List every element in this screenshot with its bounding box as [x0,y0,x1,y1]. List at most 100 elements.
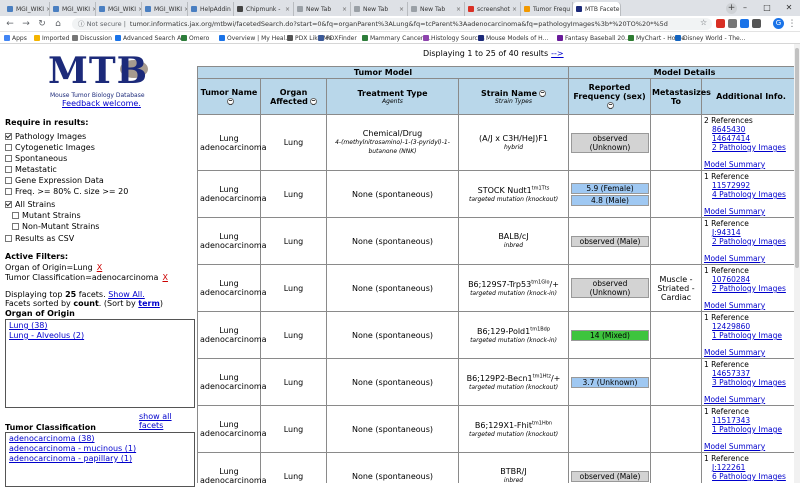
option-mutant-strains[interactable]: Mutant Strains [12,211,81,220]
tab-close-icon[interactable]: × [340,6,347,13]
bookmark-item[interactable]: Overview | My Heal... [219,33,291,43]
back-icon[interactable]: ← [4,18,16,30]
bookmark-item[interactable]: Advanced Search A... [115,33,187,43]
bookmark-item[interactable]: Histology Sources [423,33,485,43]
model-summary-link[interactable]: Model Summary [704,207,798,216]
next-page-link[interactable]: --> [551,49,563,58]
browser-tab[interactable]: MGI_WIKI× [142,2,188,16]
sort-icon[interactable] [607,102,614,109]
reference-link[interactable]: 8645430 [704,125,798,134]
browser-tab[interactable]: New Tab× [351,2,408,16]
browser-tab[interactable]: MGI_WIKI× [96,2,142,16]
sort-by-term-link[interactable]: term [138,299,160,308]
show-all-facets-link[interactable]: show all facets [139,412,197,430]
model-summary-link[interactable]: Model Summary [704,301,798,310]
option-metastatic[interactable]: Metastatic [5,165,57,174]
tab-close-icon[interactable]: × [454,6,461,13]
browser-tab[interactable]: MGI_WIKI× [4,2,50,16]
reference-link[interactable]: 14647414 [704,134,798,143]
model-summary-link[interactable]: Model Summary [704,160,798,169]
sort-icon[interactable] [227,98,234,105]
tumor-facet-link[interactable]: adenocarcinoma (38) [9,434,191,444]
bookmark-item[interactable]: Fantasy Baseball 20... [557,33,631,43]
checkbox[interactable] [5,188,12,195]
tab-close-icon[interactable]: × [619,6,621,13]
bookmark-item[interactable]: Disney World - The... [675,33,745,43]
option-pathology-images[interactable]: Pathology Images [5,132,86,141]
option-spontaneous[interactable]: Spontaneous [5,154,67,163]
tumor-facet-box[interactable]: adenocarcinoma (38)adenocarcinoma - muci… [5,432,195,487]
browser-tab[interactable]: Tumor Frequ× [521,2,573,16]
bookmark-item[interactable]: Omero [181,33,209,43]
checkbox[interactable] [12,223,19,230]
reference-link[interactable]: J:122261 [704,463,798,472]
scrollbar-thumb[interactable] [795,48,799,268]
sort-icon[interactable] [310,98,317,105]
sort-icon[interactable] [539,90,546,97]
organ-facet-link[interactable]: Lung - Alveolus (2) [9,331,191,341]
reference-link[interactable]: 11572992 [704,181,798,190]
browser-tab[interactable]: MTB Facete× [573,2,621,16]
checkbox[interactable] [5,235,12,242]
reference-link[interactable]: 10760284 [704,275,798,284]
pathology-images-link[interactable]: 1 Pathology Image [704,425,798,434]
bookmark-star-icon[interactable]: ☆ [700,18,707,27]
bookmark-item[interactable]: PDXFinder [318,33,357,43]
bookmark-item[interactable]: Mouse Models of H... [478,33,548,43]
reference-link[interactable]: 11517343 [704,416,798,425]
organ-facet-link[interactable]: Lung (38) [9,321,191,331]
extension-icon[interactable] [740,19,749,28]
pathology-images-link[interactable]: 1 Pathology Image [704,331,798,340]
option-cytogenetic-images[interactable]: Cytogenetic Images [5,143,95,152]
url-field[interactable]: ⓘ Not secure |tumor.informatics.jax.org/… [72,18,712,30]
checkbox[interactable] [5,144,12,151]
tab-close-icon[interactable]: × [397,6,404,13]
tab-close-icon[interactable]: × [510,6,517,13]
browser-tab[interactable]: New Tab× [294,2,351,16]
checkbox[interactable] [5,166,12,173]
profile-avatar[interactable]: G [773,18,784,29]
pathology-images-link[interactable]: 6 Pathology Images [704,472,798,481]
col-tumor-name[interactable]: Tumor Name [198,79,261,115]
tumor-facet-link[interactable]: adenocarcinoma - mucinous (1) [9,444,191,454]
col-frequency[interactable]: Reported Frequency (sex) [569,79,651,115]
checkbox[interactable] [5,155,12,162]
show-all-link[interactable]: Show All. [108,290,145,299]
checkbox[interactable] [5,133,12,140]
extension-icon[interactable] [716,19,725,28]
browser-tab[interactable]: MGI_WIKI× [50,2,96,16]
tumor-facet-link[interactable]: adenocarcinoma - papillary (1) [9,454,191,464]
col-strain[interactable]: Strain NameStrain Types [459,79,569,115]
extension-icon[interactable] [752,19,761,28]
feedback-link[interactable]: Feedback welcome. [62,99,141,108]
reference-link[interactable]: 12429860 [704,322,798,331]
checkbox[interactable] [12,212,19,219]
model-summary-link[interactable]: Model Summary [704,348,798,357]
pathology-images-link[interactable]: 2 Pathology Images [704,143,798,152]
organ-facet-box[interactable]: Lung (38)Lung - Alveolus (2) [5,319,195,408]
reload-icon[interactable]: ↻ [36,18,48,30]
option-gene-expression-data[interactable]: Gene Expression Data [5,176,104,185]
browser-tab[interactable]: HelpAddin× [188,2,234,16]
option-freq-80-c-size-20[interactable]: Freq. >= 80% C. size >= 20 [5,187,128,196]
model-summary-link[interactable]: Model Summary [704,395,798,404]
remove-filter-tumor[interactable]: X [162,273,167,282]
checkbox[interactable] [5,177,12,184]
checkbox[interactable] [5,201,12,208]
pathology-images-link[interactable]: 2 Pathology Images [704,284,798,293]
option-all-strains[interactable]: All Strains [5,200,55,209]
option-results-as-csv[interactable]: Results as CSV [5,234,74,243]
model-summary-link[interactable]: Model Summary [704,442,798,451]
browser-tab[interactable]: Chipmunk -× [234,2,294,16]
tab-close-icon[interactable]: × [283,6,290,13]
remove-filter-organ[interactable]: X [97,263,102,272]
forward-icon[interactable]: → [20,18,32,30]
option-non-mutant-strains[interactable]: Non-Mutant Strains [12,222,99,231]
model-summary-link[interactable]: Model Summary [704,254,798,263]
menu-icon[interactable]: ⋮ [787,18,797,30]
pathology-images-link[interactable]: 2 Pathology Images [704,237,798,246]
minimize-button[interactable]: – [734,0,756,16]
maximize-button[interactable]: □ [756,0,778,16]
browser-tab[interactable]: screenshot× [465,2,521,16]
reference-link[interactable]: 14657337 [704,369,798,378]
